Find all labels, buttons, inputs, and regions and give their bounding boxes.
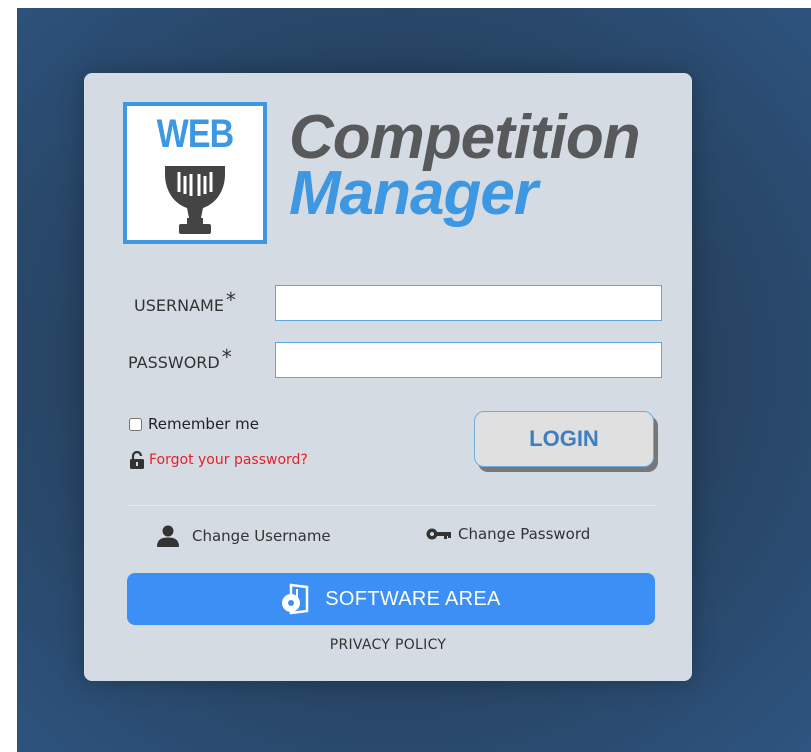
password-required-mark: *	[221, 345, 232, 369]
software-area-button[interactable]: SOFTWARE AREA	[127, 573, 655, 625]
logo-badge: WEB	[123, 102, 267, 244]
key-icon	[426, 528, 451, 540]
password-input[interactable]	[275, 342, 662, 378]
software-area-label: SOFTWARE AREA	[325, 587, 501, 610]
change-username-label: Change Username	[192, 527, 331, 545]
password-label-text: PASSWORD	[128, 353, 220, 372]
privacy-policy-link[interactable]: PRIVACY POLICY	[84, 637, 692, 653]
username-required-mark: *	[225, 288, 236, 312]
logo-title-line2: Manager	[289, 159, 538, 228]
user-icon	[157, 525, 179, 547]
username-label: USERNAME *	[134, 288, 236, 316]
login-panel: WEB Competition Manager USERNAME * PASSWO…	[84, 73, 692, 681]
username-input[interactable]	[275, 285, 662, 321]
remember-me-checkbox[interactable]	[129, 417, 142, 431]
password-label: PASSWORD *	[128, 345, 232, 373]
username-label-text: USERNAME	[134, 296, 224, 315]
disc-box-icon	[282, 583, 309, 615]
logo-wordmark: Competition Manager	[289, 107, 641, 228]
forgot-password: Forgot your password?	[129, 451, 308, 469]
change-password-label: Change Password	[458, 525, 591, 543]
change-password-link[interactable]: Change Password	[426, 525, 590, 543]
forgot-password-link[interactable]: Forgot your password?	[149, 452, 308, 468]
lock-open-icon	[130, 451, 144, 469]
logo-badge-text: WEB	[156, 112, 235, 156]
change-username-link[interactable]: Change Username	[156, 525, 331, 547]
divider	[129, 505, 655, 506]
remember-me-label: Remember me	[148, 415, 259, 433]
remember-me[interactable]: Remember me	[129, 415, 259, 433]
trophy-icon	[165, 166, 225, 234]
login-button[interactable]: LOGIN	[474, 411, 654, 467]
